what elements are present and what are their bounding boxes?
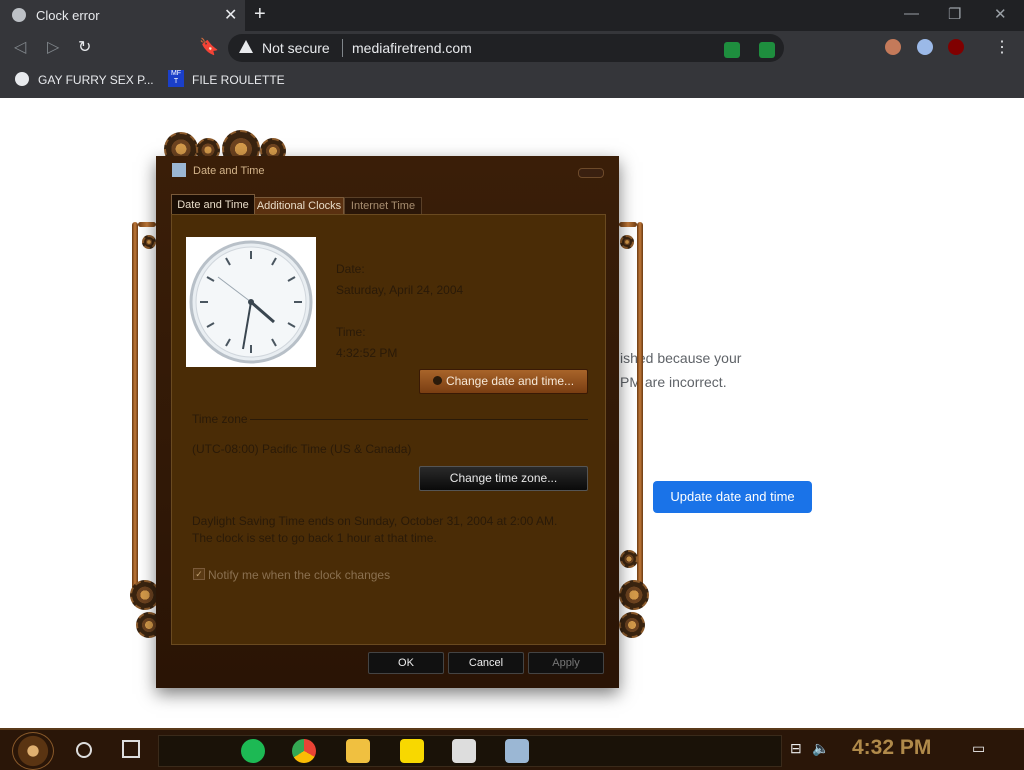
chrome-icon[interactable] [292, 739, 316, 763]
gear-icon [619, 612, 645, 638]
browser-tab[interactable]: Clock error ✕ [0, 0, 245, 31]
update-date-time-button[interactable]: Update date and time [653, 481, 812, 513]
gauge-icon [620, 235, 634, 249]
frame-pipe [138, 222, 156, 227]
globe-icon [12, 8, 26, 22]
dst-info: Daylight Saving Time ends on Sunday, Oct… [192, 514, 558, 528]
date-time-icon[interactable] [505, 739, 529, 763]
close-tab-icon[interactable]: ✕ [224, 5, 237, 25]
date-time-icon [172, 163, 186, 177]
minimize-icon[interactable]: — [904, 5, 919, 22]
timezone-value: (UTC-08:00) Pacific Time (US & Canada) [192, 442, 412, 456]
file-explorer-icon[interactable] [346, 739, 370, 763]
notify-checkbox[interactable]: ✓ [193, 568, 205, 580]
spotify-icon[interactable] [241, 739, 265, 763]
taskbar-clock[interactable]: 4:32 PM [852, 736, 931, 760]
clock-face-icon [189, 240, 313, 364]
security-indicator[interactable]: Not secure [262, 40, 330, 56]
task-view-icon[interactable] [122, 740, 140, 758]
mediafire-icon: MF T [168, 70, 184, 87]
network-icon[interactable]: ⊟ [790, 740, 802, 757]
back-icon[interactable]: ◁ [14, 37, 26, 57]
new-tab-icon[interactable]: + [254, 3, 266, 26]
search-icon[interactable] [76, 742, 92, 758]
timezone-heading: Time zone [192, 412, 248, 426]
extension-icon[interactable] [724, 42, 740, 58]
extension-icon[interactable] [917, 39, 933, 55]
cancel-button[interactable]: Cancel [448, 652, 524, 674]
notify-label: Notify me when the clock changes [208, 568, 391, 582]
tab-title: Clock error [36, 8, 100, 23]
time-value: 4:32:52 PM [336, 346, 398, 360]
bookmark-item[interactable]: FILE ROULETTE [192, 73, 285, 87]
divider [250, 419, 588, 420]
tab-strip: Clock error ✕ + — ❐ ✕ [0, 0, 1024, 31]
bookmark-item[interactable]: GAY FURRY SEX P... [38, 73, 154, 87]
date-label: Date: [336, 262, 365, 276]
date-value: Saturday, April 24, 2004 [336, 283, 464, 297]
volume-icon[interactable]: 🔈 [812, 740, 829, 757]
browser-toolbar: ◁ ▷ ↻ 🔖 Not secure mediafiretrend.com ⋮ [0, 31, 1024, 66]
restore-icon[interactable]: ❐ [948, 5, 961, 23]
frame-pipe [619, 222, 637, 227]
sticky-notes-icon[interactable] [400, 739, 424, 763]
gauge-icon [142, 235, 156, 249]
bookmarks-bar: GAY FURRY SEX P... MF T FILE ROULETTE [0, 66, 1024, 98]
apply-button[interactable]: Apply [528, 652, 604, 674]
dialog-title: Date and Time [193, 165, 265, 177]
globe-icon [15, 72, 29, 86]
shield-icon [432, 376, 442, 385]
shield-icon[interactable] [759, 42, 775, 58]
reload-icon[interactable]: ↻ [78, 37, 91, 57]
button-label: Change date and time... [445, 374, 575, 388]
taskbar: ⊟ 🔈 4:32 PM ▭ [0, 728, 1024, 770]
ok-button[interactable]: OK [368, 652, 444, 674]
taskbar-apps [158, 735, 782, 767]
frame-pipe [637, 222, 643, 592]
forward-icon[interactable]: ▷ [47, 37, 59, 57]
change-date-time-button[interactable]: Change date and time... [419, 369, 588, 394]
gear-icon [619, 580, 649, 610]
analog-clock [186, 237, 316, 367]
dst-info: The clock is set to go back 1 hour at th… [192, 531, 437, 545]
url-text[interactable]: mediafiretrend.com [352, 40, 472, 56]
app-icon[interactable] [452, 739, 476, 763]
start-button[interactable] [12, 732, 54, 770]
close-dialog-button[interactable] [578, 168, 604, 178]
gear-icon [620, 550, 638, 568]
ublock-icon[interactable] [948, 39, 964, 55]
warning-icon [239, 40, 253, 53]
address-bar[interactable]: Not secure mediafiretrend.com [228, 34, 784, 62]
error-message-line: PM are incorrect. [620, 374, 727, 390]
close-window-icon[interactable]: ✕ [994, 5, 1007, 23]
time-label: Time: [336, 325, 366, 339]
tab-date-and-time[interactable]: Date and Time [171, 194, 255, 215]
menu-icon[interactable]: ⋮ [994, 37, 1010, 57]
divider [342, 39, 343, 57]
avatar-icon[interactable] [885, 39, 901, 55]
change-time-zone-button[interactable]: Change time zone... [419, 466, 588, 491]
bookmark-icon[interactable]: 🔖 [199, 37, 219, 57]
notification-icon[interactable]: ▭ [972, 740, 985, 757]
frame-pipe [132, 222, 138, 592]
